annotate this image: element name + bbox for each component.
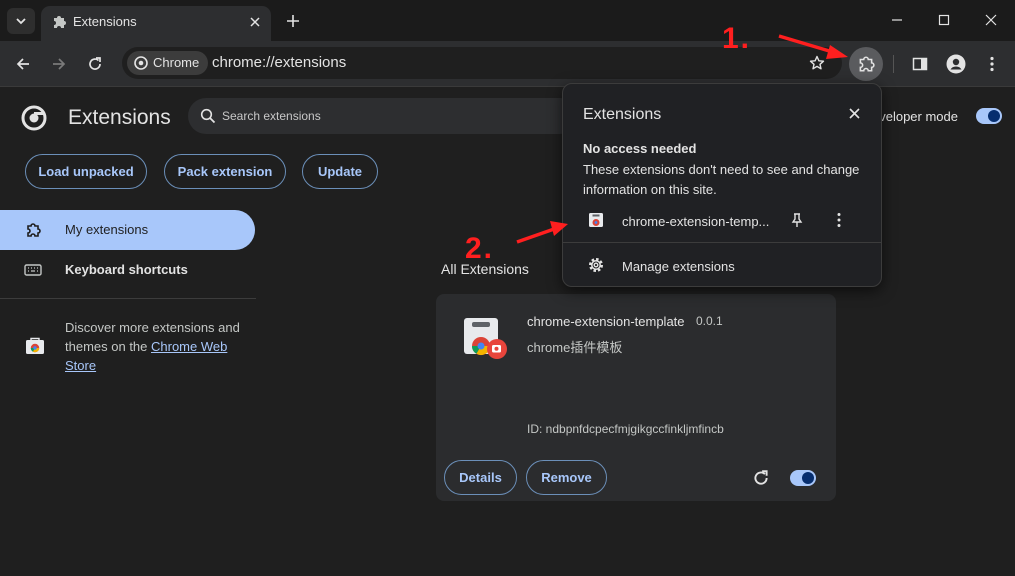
remove-button[interactable]: Remove [526,460,607,495]
manage-extensions-link[interactable]: Manage extensions [622,259,735,274]
close-icon [848,107,860,119]
back-button[interactable] [11,52,35,76]
annotation-step-1: 1. [722,22,752,55]
menu-button[interactable] [980,52,1004,76]
reload-icon[interactable] [752,469,770,487]
url-text: chrome://extensions [212,54,347,71]
update-button[interactable]: Update [302,154,378,189]
puzzle-icon [859,56,875,72]
extension-card: chrome-extension-template 0.0.1 chrome插件… [436,294,836,501]
star-icon [809,55,825,70]
reload-icon [89,57,101,70]
pin-icon[interactable] [789,212,805,228]
forward-button[interactable] [47,52,71,76]
keyboard-icon [24,264,42,276]
minimize-button[interactable] [874,6,920,34]
browser-toolbar: Chrome chrome://extensions [0,41,1015,87]
browser-tab[interactable]: Extensions [41,6,271,41]
extension-name: chrome-extension-template [527,314,685,329]
side-panel-button[interactable] [908,52,932,76]
web-store-icon [26,337,44,354]
popup-heading: No access needed [583,141,697,156]
gear-icon[interactable] [587,256,605,274]
extensions-toolbar-button[interactable] [849,47,883,81]
sidebar-item-my-extensions[interactable]: My extensions [0,210,255,250]
more-vert-icon [990,56,994,72]
popup-extension-name[interactable]: chrome-extension-temp... [622,214,769,229]
extension-icon[interactable] [588,212,604,228]
puzzle-icon [54,16,66,28]
load-unpacked-button[interactable]: Load unpacked [25,154,147,189]
extension-description: chrome插件模板 [527,340,623,355]
tab-close-button[interactable] [246,13,264,31]
popup-description: These extensions don't need to see and c… [583,162,860,197]
arrow-2 [516,221,568,244]
sidebar-item-keyboard-shortcuts[interactable]: Keyboard shortcuts [0,250,255,290]
extension-enabled-toggle[interactable] [790,470,816,486]
extensions-logo-icon [21,105,47,131]
tab-title: Extensions [73,14,137,29]
site-chip-label: Chrome [153,55,200,70]
developer-mode-toggle[interactable] [976,108,1002,124]
maximize-button[interactable] [921,6,967,34]
site-chip[interactable]: Chrome [127,51,209,75]
annotation-step-2: 2. [465,232,495,265]
chevron-down-icon [16,18,26,25]
close-icon [985,14,997,26]
discover-text: Discover more extensions and themes on t… [65,318,255,375]
puzzle-icon [27,223,41,237]
side-panel-icon [912,57,928,71]
bookmark-button[interactable] [806,52,828,74]
profile-button[interactable] [944,52,968,76]
maximize-icon [938,14,950,26]
popup-divider [563,242,881,243]
extensions-popup: Extensions No access needed These extens… [562,83,882,287]
close-window-button[interactable] [968,6,1014,34]
sidebar-item-label: My extensions [65,222,149,237]
title-bar: Extensions [0,0,1015,41]
avatar-icon [946,54,966,74]
arrow-right-icon [53,58,66,70]
sidebar-item-label: Keyboard shortcuts [65,262,188,277]
sidebar-divider [0,298,256,299]
new-tab-button[interactable] [282,10,304,32]
plus-icon [287,15,299,27]
developer-mode-label: eveloper mode [872,109,958,124]
arrow-left-icon [16,58,29,70]
pack-extension-button[interactable]: Pack extension [164,154,286,189]
close-icon [250,17,260,27]
extension-version: 0.0.1 [696,314,723,328]
tab-search-button[interactable] [7,8,35,34]
search-icon [200,108,216,124]
toolbar-divider [893,55,894,73]
chrome-logo-icon [134,56,148,70]
popup-close-button[interactable] [845,104,863,122]
more-vert-icon[interactable] [835,212,843,228]
extension-id: ID: ndbpnfdcpecfmjgikgccfinkljmfincb [527,422,724,436]
page-title: Extensions [68,106,171,129]
details-button[interactable]: Details [444,460,517,495]
search-input[interactable] [222,106,562,126]
reload-button[interactable] [83,52,107,76]
search-box[interactable] [188,98,578,134]
popup-title: Extensions [583,106,662,123]
extension-icon [464,318,507,359]
minimize-icon [892,19,902,21]
